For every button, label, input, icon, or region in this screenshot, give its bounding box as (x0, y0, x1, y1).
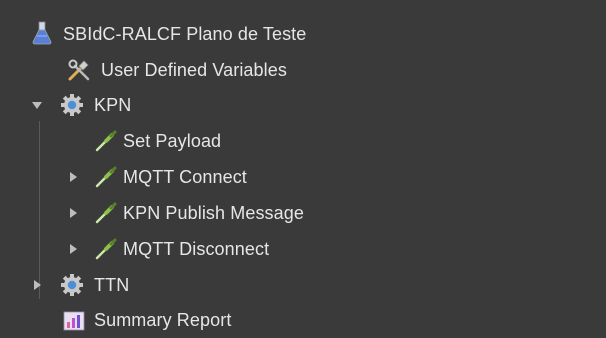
tree-node-label: MQTT Disconnect (123, 239, 270, 259)
tree-node-kpn[interactable]: KPN (0, 87, 606, 123)
tree-node-label: User Defined Variables (101, 60, 287, 80)
tree-node-test-plan[interactable]: SBIdC-RALCF Plano de Teste (0, 16, 606, 52)
tree-node-mqtt-disconnect[interactable]: MQTT Disconnect (0, 231, 606, 267)
tree-node-summary-report[interactable]: Summary Report (0, 302, 606, 338)
tree-node-label: KPN Publish Message (123, 203, 304, 223)
gear-icon (61, 274, 83, 296)
tree-node-user-defined-variables[interactable]: User Defined Variables (0, 52, 606, 88)
tree-node-kpn-publish-message[interactable]: KPN Publish Message (0, 195, 606, 231)
chevron-right-icon[interactable] (30, 278, 44, 292)
chevron-down-icon[interactable] (30, 98, 44, 112)
tree-node-label: TTN (94, 275, 130, 295)
gear-icon (61, 94, 83, 116)
tree-node-label: SBIdC-RALCF Plano de Teste (63, 24, 307, 44)
tree-node-ttn[interactable]: TTN (0, 267, 606, 303)
chevron-right-icon[interactable] (66, 206, 80, 220)
tree-node-label: Set Payload (123, 131, 222, 151)
test-plan-tree: SBIdC-RALCF Plano de Teste User Defined … (0, 0, 606, 334)
pipette-icon (95, 238, 117, 260)
chevron-right-icon[interactable] (66, 242, 80, 256)
pipette-icon (95, 166, 117, 188)
pipette-icon (95, 202, 117, 224)
tree-node-label: Summary Report (94, 310, 232, 330)
tools-icon (68, 59, 90, 81)
tree-node-label: MQTT Connect (123, 167, 247, 187)
report-chart-icon (63, 311, 85, 331)
tree-node-set-payload[interactable]: Set Payload (0, 123, 606, 159)
tree-node-label: KPN (94, 95, 132, 115)
chevron-right-icon[interactable] (66, 170, 80, 184)
flask-icon (32, 21, 52, 45)
tree-node-mqtt-connect[interactable]: MQTT Connect (0, 159, 606, 195)
pipette-icon (95, 130, 117, 152)
